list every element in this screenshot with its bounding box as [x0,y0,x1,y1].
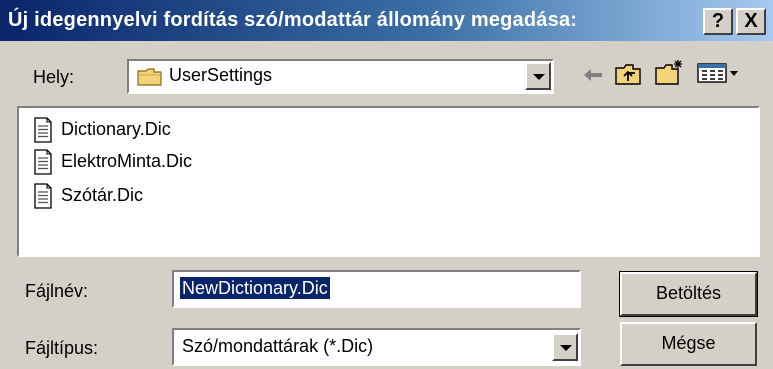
file-name: Dictionary.Dic [61,119,171,139]
filename-value: NewDictionary.Dic [180,277,330,299]
filetype-label: Fájltípus: [25,338,99,358]
title-bar: Új idegennyelvi fordítás szó/modattár ál… [0,0,773,42]
view-menu-icon[interactable] [697,62,739,84]
filename-input[interactable]: NewDictionary.Dic [172,270,581,308]
close-button[interactable]: X [736,8,766,35]
window-title: Új idegennyelvi fordítás szó/modattár ál… [8,9,578,31]
file-name: Szótár.Dic [61,185,144,205]
filename-label: Fájlnév: [25,281,89,301]
location-dropdown-button[interactable] [525,62,551,90]
up-folder-icon[interactable] [615,62,641,86]
filetype-combo[interactable]: Szó/mondattárak (*.Dic) [172,328,581,366]
location-value: UserSettings [169,65,273,85]
location-combo[interactable]: UserSettings [127,59,554,94]
folder-icon [137,68,162,86]
filetype-dropdown-button[interactable] [552,333,578,361]
open-button[interactable]: Betöltés [619,271,758,317]
text-file-icon [34,183,52,209]
text-file-icon [34,117,52,143]
new-folder-icon[interactable] [655,58,685,86]
filetype-value: Szó/mondattárak (*.Dic) [182,336,374,356]
help-button[interactable]: ? [703,8,733,35]
text-file-icon [34,149,52,175]
back-arrow-icon[interactable] [582,66,604,84]
cancel-button[interactable]: Mégse [620,322,757,366]
file-list[interactable]: Dictionary.Dic ElektroMinta.Dic Szótár.D… [17,106,760,257]
location-label: Hely: [33,67,75,87]
file-name: ElektroMinta.Dic [61,151,193,171]
